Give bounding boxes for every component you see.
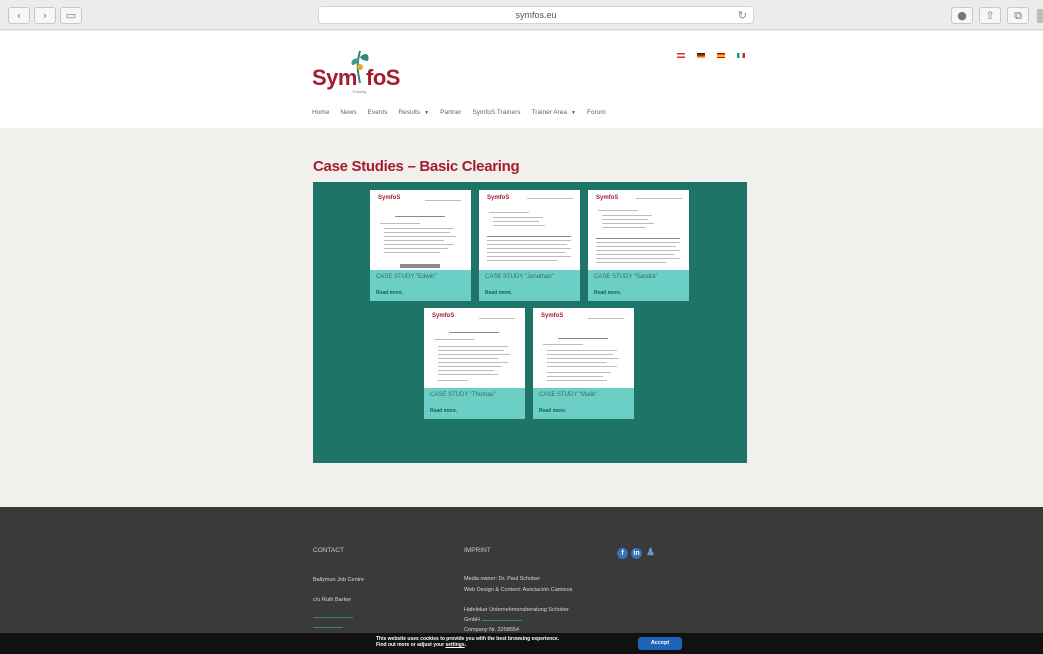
flag-de-icon[interactable]: [697, 53, 705, 58]
cookie-settings-link[interactable]: settings: [445, 642, 464, 648]
menu-label: Forum: [586, 109, 606, 116]
menu-item-news[interactable]: News: [340, 109, 356, 116]
flag-en-icon[interactable]: [677, 53, 685, 58]
address-bar[interactable]: symfos.eu ↻: [318, 6, 754, 24]
mini-logo-icon: SymfoS: [378, 195, 401, 201]
card-title[interactable]: CASE STUDY "Jonathan": [485, 274, 554, 280]
case-study-card[interactable]: SymfoS CASE STUDY "Malik" Read more.: [533, 308, 634, 419]
contact-heading: CONTACT: [313, 547, 344, 554]
cookie-banner: This website uses cookies to provide you…: [0, 633, 1043, 654]
mini-logo-icon: SymfoS: [596, 195, 619, 201]
case-study-card[interactable]: SymfoS CASE STUDY "Sandra" Read more.: [588, 190, 689, 301]
window-edge: [1037, 9, 1043, 23]
card-caption: CASE STUDY "Malik" Read more.: [533, 388, 634, 419]
chevron-down-icon: ▼: [424, 109, 430, 116]
mini-logo-icon: SymfoS: [432, 313, 455, 319]
menu-label: Partner: [440, 109, 462, 116]
chevron-down-icon: ▼: [571, 109, 576, 116]
flag-it-icon[interactable]: [737, 53, 745, 58]
card-caption: CASE STUDY "Sandra" Read more.: [588, 270, 689, 301]
back-icon[interactable]: ‹: [8, 7, 30, 24]
download-icon[interactable]: ●: [951, 7, 973, 24]
contact-link[interactable]: [313, 627, 343, 628]
menu-label: Results: [398, 109, 421, 116]
language-flags: [677, 53, 745, 58]
card-title[interactable]: CASE STUDY "Edwin": [376, 274, 437, 280]
tabs-icon[interactable]: ⧉: [1007, 7, 1029, 24]
person-icon[interactable]: ♟: [645, 548, 656, 559]
read-more-link[interactable]: Read more.: [539, 408, 566, 414]
logo-text-right: foS: [366, 65, 400, 90]
case-study-thumbnail: SymfoS: [479, 190, 580, 270]
menu-item-forum[interactable]: Forum: [587, 109, 606, 116]
menu-label: Home: [312, 109, 330, 116]
forward-icon[interactable]: ›: [34, 7, 56, 24]
menu-item-results[interactable]: Results ▼: [398, 109, 429, 116]
case-study-thumbnail: SymfoS: [370, 190, 471, 270]
site-footer: CONTACT Ballymun Job Centre c/o Ruth Bar…: [0, 507, 1043, 654]
read-more-link[interactable]: Read more.: [594, 290, 621, 296]
read-more-link[interactable]: Read more.: [430, 408, 457, 414]
menu-label: Trainer Area: [531, 109, 568, 116]
imprint-heading: IMPRINT: [464, 547, 491, 554]
imprint-line: Web Design & Content: Asociación Caminos: [464, 587, 573, 593]
menu-label: News: [340, 109, 357, 116]
imprint-link[interactable]: [482, 620, 522, 621]
accept-button[interactable]: Accept: [638, 637, 682, 650]
menu-label: Events: [367, 109, 388, 116]
facebook-icon[interactable]: f: [617, 548, 628, 559]
mini-logo-icon: SymfoS: [487, 195, 510, 201]
cookie-period: .: [464, 642, 467, 648]
reload-icon[interactable]: ↻: [738, 7, 747, 24]
case-study-thumbnail: SymfoS: [588, 190, 689, 270]
logo-subtitle: Training: [352, 89, 367, 94]
menu-item-trainer-area[interactable]: Trainer Area ▼: [532, 109, 576, 116]
nav-buttons: ‹ › ▭: [8, 7, 82, 24]
cookie-message: This website uses cookies to provide you…: [376, 636, 559, 648]
read-more-link[interactable]: Read more.: [485, 290, 512, 296]
linkedin-icon[interactable]: in: [631, 548, 642, 559]
toolbar-right: ● ⇧ ⧉: [951, 7, 1029, 24]
case-study-card[interactable]: SymfoS CASE STUDY "Jonathan" Read more.: [479, 190, 580, 301]
share-icon[interactable]: ⇧: [979, 7, 1001, 24]
card-caption: CASE STUDY "Jonathan" Read more.: [479, 270, 580, 301]
case-study-thumbnail: SymfoS: [533, 308, 634, 388]
flag-es-icon[interactable]: [717, 53, 725, 58]
url-text: symfos.eu: [515, 10, 557, 20]
card-title[interactable]: CASE STUDY "Malik": [539, 392, 597, 398]
menu-item-events[interactable]: Events: [368, 109, 388, 116]
read-more-link[interactable]: Read more.: [376, 290, 403, 296]
main-menu: Home News Events Results ▼ Partner SymfoS…: [312, 109, 617, 116]
cookie-line2-text: Find out more or adjust your: [376, 642, 446, 648]
social-links: f in ♟: [617, 548, 656, 559]
case-study-card[interactable]: SymfoS CASE STUDY "Edwin" Read more.: [370, 190, 471, 301]
card-caption: CASE STUDY "Thomas" Read more.: [424, 388, 525, 419]
contact-link[interactable]: [313, 617, 353, 618]
case-study-card[interactable]: SymfoS CASE STUDY "Thomas" Read more.: [424, 308, 525, 419]
case-study-thumbnail: SymfoS: [424, 308, 525, 388]
menu-label: SymfoS Trainers: [472, 109, 521, 116]
menu-item-home[interactable]: Home: [312, 109, 329, 116]
sidebar-icon[interactable]: ▭: [60, 7, 82, 24]
page-title: Case Studies – Basic Clearing: [313, 158, 520, 175]
imprint-line: Hafelekar Unternehmensberatung Schober: [464, 607, 569, 613]
imprint-line: Media owner: Dr. Paul Schober: [464, 576, 541, 582]
card-caption: CASE STUDY "Edwin" Read more.: [370, 270, 471, 301]
case-studies-grid: SymfoS CASE STUDY "Edwin" Read more. Sym…: [313, 182, 747, 463]
menu-item-trainers[interactable]: SymfoS Trainers: [472, 109, 520, 116]
contact-line: Ballymun Job Centre: [313, 577, 365, 583]
imprint-line: GmbH: [464, 617, 480, 623]
cookie-line2: Find out more or adjust your settings.: [376, 642, 559, 648]
site-header: Sym foS Training Home News Events Result…: [0, 31, 1043, 128]
mini-logo-icon: SymfoS: [541, 313, 564, 319]
browser-toolbar: ‹ › ▭ symfos.eu ↻ ● ⇧ ⧉: [0, 0, 1043, 30]
contact-line: c/o Ruth Barker: [313, 597, 352, 603]
site-logo[interactable]: Sym foS Training: [312, 47, 422, 94]
card-title[interactable]: CASE STUDY "Thomas": [430, 392, 496, 398]
menu-item-partner[interactable]: Partner: [440, 109, 461, 116]
card-title[interactable]: CASE STUDY "Sandra": [594, 274, 658, 280]
